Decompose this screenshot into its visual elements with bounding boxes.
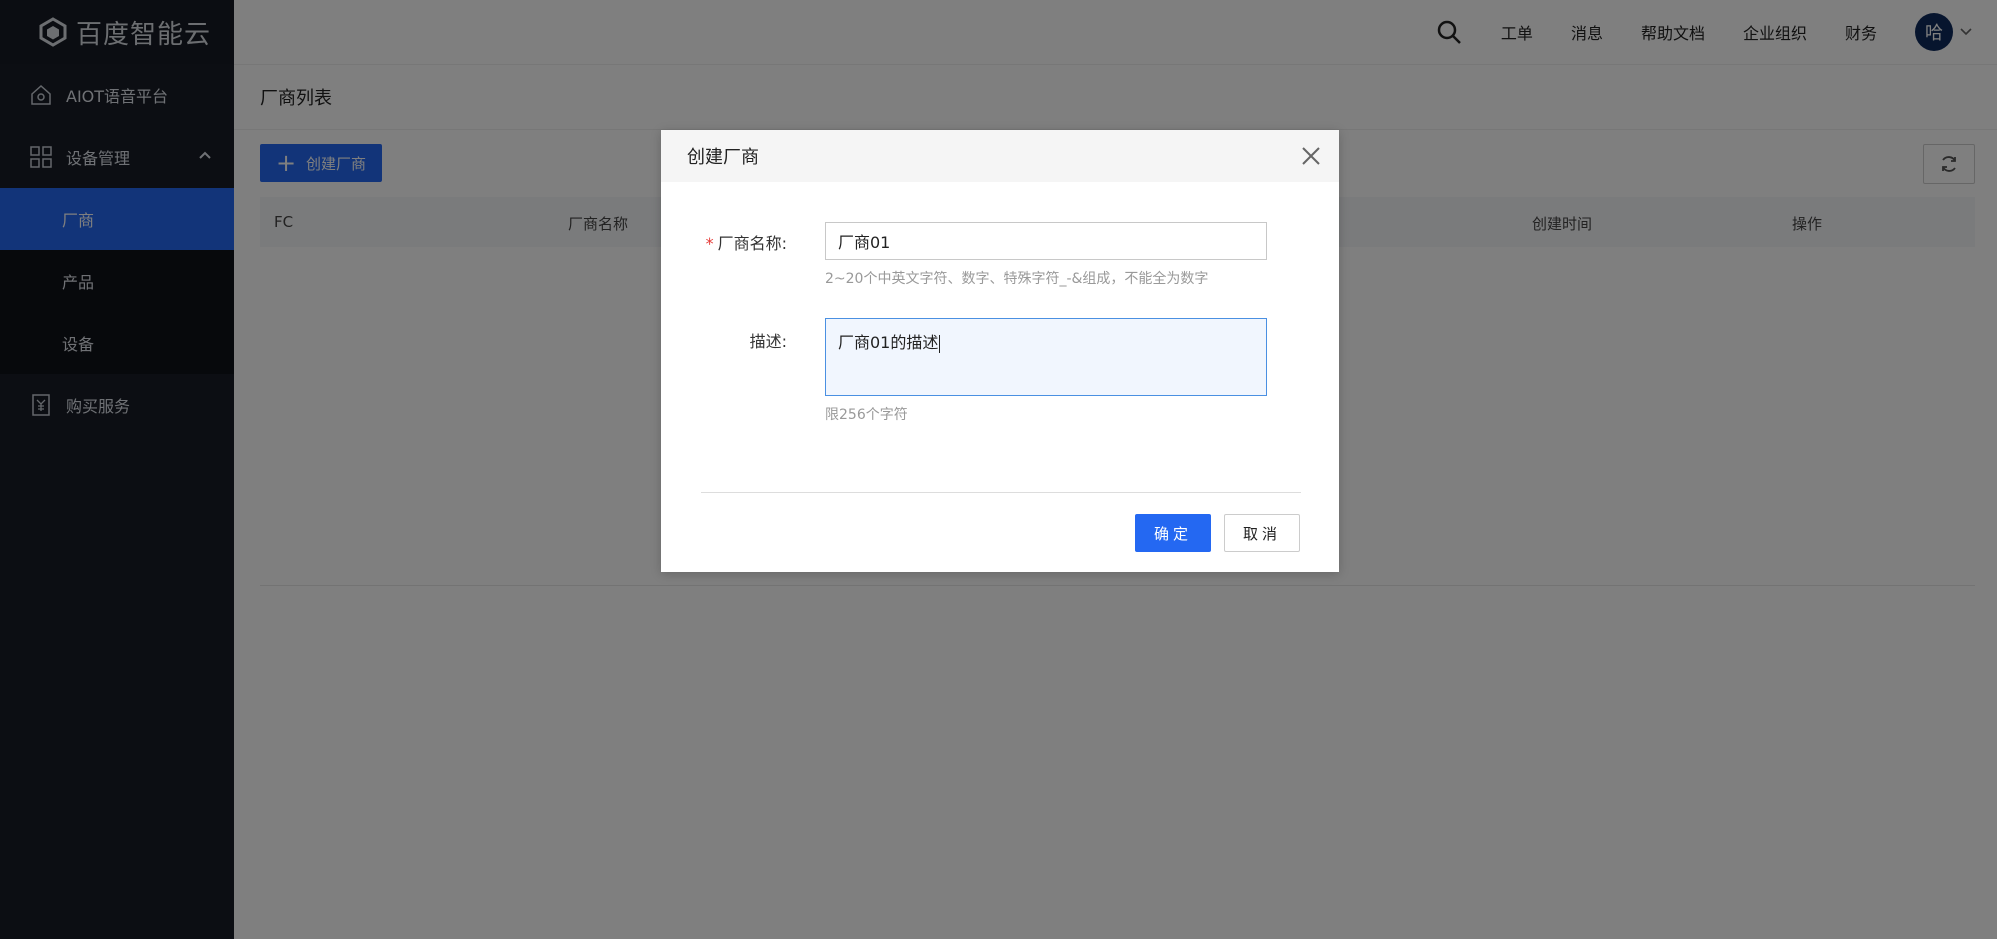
text-caret <box>939 334 941 353</box>
description-label: 描述: <box>749 332 787 351</box>
dialog-header: 创建厂商 <box>661 130 1339 182</box>
vendor-name-value: 厂商01 <box>838 233 891 252</box>
create-vendor-dialog: 创建厂商 * 厂商名称: 厂商01 2~20个中英文字符、数字、特殊字符_-&组成… <box>661 130 1339 572</box>
required-mark: * <box>705 234 714 253</box>
description-value: 厂商01的描述 <box>838 333 939 352</box>
cancel-button[interactable]: 取消 <box>1224 514 1300 552</box>
description-textarea[interactable]: 厂商01的描述 <box>825 318 1267 396</box>
vendor-name-input[interactable]: 厂商01 <box>825 222 1267 260</box>
vendor-name-label: * 厂商名称: <box>706 230 787 254</box>
close-icon[interactable] <box>1299 144 1323 168</box>
dialog-title: 创建厂商 <box>687 147 759 168</box>
confirm-button[interactable]: 确定 <box>1135 514 1211 552</box>
vendor-name-hint: 2~20个中英文字符、数字、特殊字符_-&组成，不能全为数字 <box>825 271 1209 287</box>
vendor-name-label-text: 厂商名称: <box>717 234 787 253</box>
description-hint: 限256个字符 <box>825 407 908 423</box>
dialog-divider <box>701 492 1301 493</box>
